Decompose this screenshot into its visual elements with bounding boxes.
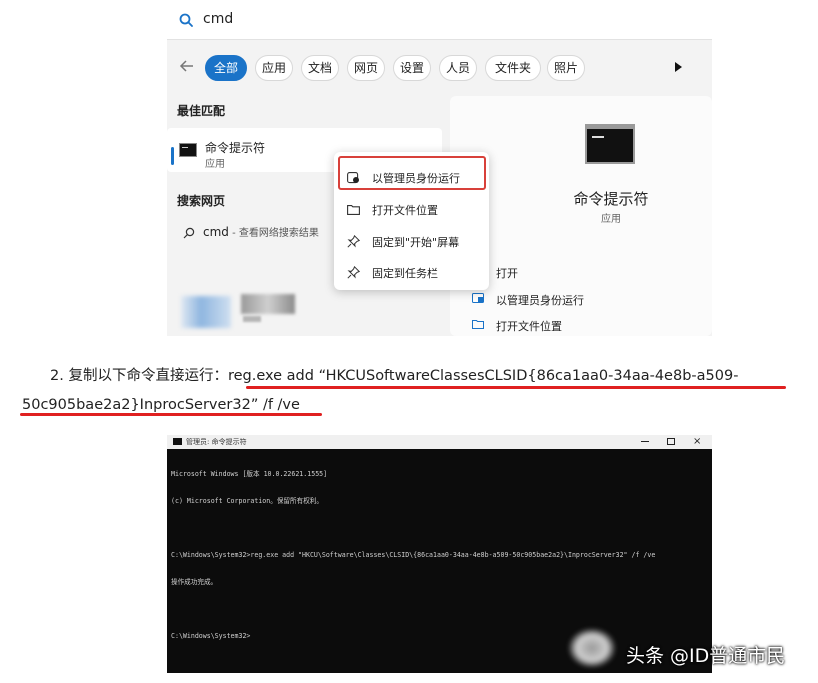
web-search-query: cmd [203,225,229,239]
blurred-content [241,294,295,314]
windows-search-screenshot: cmd 全部 应用 文档 网页 设置 人员 文件夹 照片 最佳匹配 命令提示符 … [167,0,712,336]
console-line: 操作成功完成。 [171,578,218,586]
preview-pane: 命令提示符 应用 打开 以管理员身份运行 打开文件位置 [450,96,712,336]
console-output[interactable]: Microsoft Windows [版本 10.0.22621.1555] (… [171,452,711,659]
web-search-heading: 搜索网页 [177,194,226,208]
instruction-line-1: 2. 复制以下命令直接运行：reg.exe add “HKCUSoftwareC… [50,365,738,387]
folder-icon [347,205,360,215]
command-underline [246,386,786,389]
best-match-heading: 最佳匹配 [177,104,226,118]
command-underline [20,413,322,416]
preview-app-type: 应用 [601,214,621,225]
tab-apps[interactable]: 应用 [255,55,293,81]
minimize-icon[interactable] [641,441,649,442]
preview-action-open[interactable]: 打开 [496,265,518,281]
maximize-icon[interactable] [667,438,675,445]
menu-item-open-file-location[interactable]: 打开文件位置 [372,202,438,218]
command-prompt-window: 管理员: 命令提示符 × Microsoft Windows [版本 10.0.… [167,435,712,673]
more-tabs-arrow-icon[interactable] [675,62,682,72]
command-prompt-icon [179,143,197,157]
selection-indicator [171,147,174,165]
web-search-hint: - 查看网络搜索结果 [228,228,319,239]
admin-shield-icon [472,293,484,303]
pin-icon [347,266,360,279]
watermark: 头条 @ID普通市民 [626,645,786,667]
console-titlebar: 管理员: 命令提示符 × [167,435,712,449]
folder-icon [472,320,484,329]
admin-shield-icon [347,172,359,184]
context-menu: 以管理员身份运行 打开文件位置 固定到"开始"屏幕 固定到任务栏 [334,152,489,290]
console-line: (c) Microsoft Corporation。保留所有权利。 [171,497,323,505]
search-icon [183,227,195,239]
preview-app-name: 命令提示符 [573,190,649,208]
preview-action-run-as-admin[interactable]: 以管理员身份运行 [496,292,584,308]
pin-icon [347,235,360,248]
best-match-app-type: 应用 [205,159,225,170]
command-prompt-icon [585,124,635,164]
blurred-avatar [568,628,616,668]
menu-item-run-as-admin[interactable]: 以管理员身份运行 [372,170,460,186]
best-match-app-name: 命令提示符 [205,141,266,155]
close-icon[interactable]: × [693,436,701,447]
preview-action-open-location[interactable]: 打开文件位置 [496,318,562,334]
search-icon [179,13,193,27]
instruction-prefix: 2. 复制以下命令直接运行： [50,368,228,384]
back-arrow-icon[interactable] [177,56,197,76]
console-line: C:\Windows\System32>reg.exe add "HKCU\So… [171,551,656,559]
tab-web[interactable]: 网页 [347,55,385,81]
search-input[interactable]: cmd [203,11,233,27]
command-prompt-icon [173,438,182,445]
blurred-content [243,316,261,322]
console-title: 管理员: 命令提示符 [186,438,247,446]
tab-photos[interactable]: 照片 [547,55,585,81]
tab-documents[interactable]: 文档 [301,55,339,81]
tab-people[interactable]: 人员 [439,55,477,81]
menu-item-pin-to-start[interactable]: 固定到"开始"屏幕 [372,234,459,250]
console-line: Microsoft Windows [版本 10.0.22621.1555] [171,470,328,478]
tab-settings[interactable]: 设置 [393,55,431,81]
blurred-content [181,296,231,328]
web-search-item[interactable]: cmd - 查看网络搜索结果 [203,224,319,239]
command-text-part-1: reg.exe add “HKCUSoftwareClassesCLSID{86… [227,368,739,384]
menu-item-pin-to-taskbar[interactable]: 固定到任务栏 [372,265,438,281]
console-prompt: C:\Windows\System32> [171,632,251,640]
search-box[interactable]: cmd [167,0,712,40]
filter-tabs: 全部 应用 文档 网页 设置 人员 文件夹 照片 [167,52,712,82]
tab-folders[interactable]: 文件夹 [485,55,541,81]
tab-all[interactable]: 全部 [205,55,247,81]
